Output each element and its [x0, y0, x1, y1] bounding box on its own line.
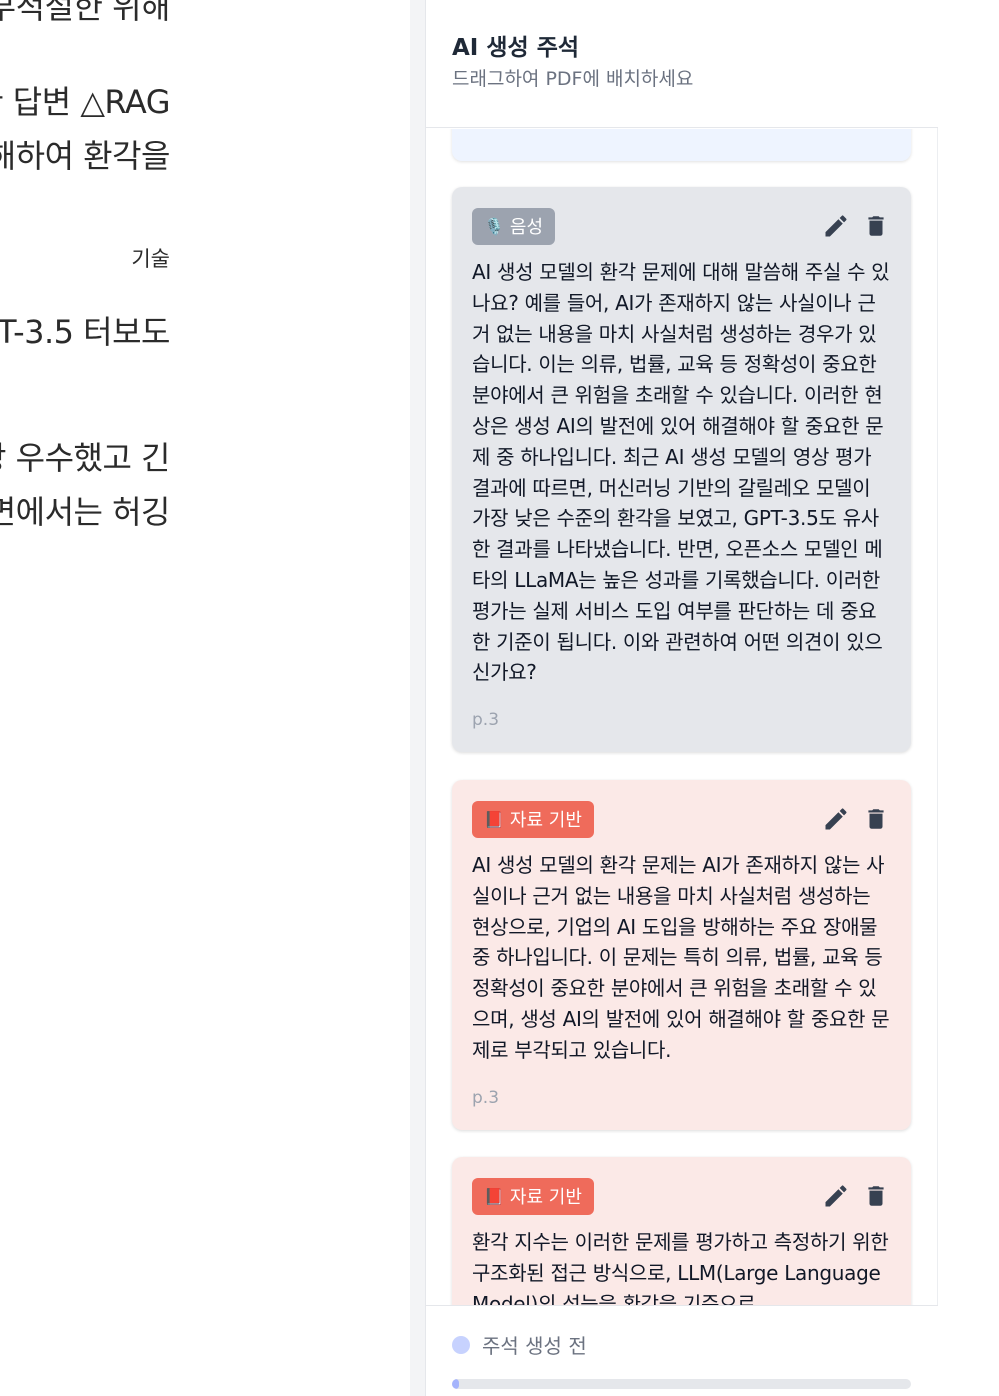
progress-bar — [452, 1379, 911, 1389]
badge-label: 자료 기반 — [509, 810, 582, 831]
badge-label: 음성 — [509, 217, 544, 238]
page-reference: p.3 — [472, 710, 500, 731]
edit-button[interactable] — [821, 804, 851, 834]
annotation-list[interactable]: 🎙️ 음성 AI 생성 모델의 환각 문제에 대해 말씀해 주실 수 있나요? … — [426, 129, 938, 1305]
pencil-icon — [825, 808, 847, 830]
pdf-text-line: 해하여 환각을 — [0, 137, 171, 175]
pencil-icon — [825, 1185, 847, 1207]
annotation-panel: AI 생성 주석 드래그하여 PDF에 배치하세요 🎙️ 음성 AI 생성 모델… — [426, 0, 938, 1396]
page-reference: p.3 — [472, 1087, 500, 1108]
viewer-divider — [410, 0, 426, 1396]
trash-icon — [868, 809, 884, 829]
voice-badge: 🎙️ 음성 — [472, 207, 556, 245]
annotation-card[interactable]: 📕 자료 기반 환각 지수는 이러한 문제를 평가하고 측정하기 위한 구조화된… — [452, 1157, 911, 1305]
progress-fill — [452, 1379, 459, 1389]
annotation-text: AI 생성 모델의 환각 문제에 대해 말씀해 주실 수 있나요? 예를 들어,… — [472, 260, 890, 685]
annotation-text: 환각 지수는 이러한 문제를 평가하고 측정하기 위한 구조화된 접근 방식으로… — [472, 1230, 889, 1305]
pdf-text-line: 가 부적절한 위해 — [0, 0, 170, 26]
source-badge: 📕 자료 기반 — [472, 1177, 594, 1215]
pdf-text-line: 한 답변 △RAG — [0, 83, 170, 121]
panel-header: AI 생성 주석 드래그하여 PDF에 배치하세요 — [426, 0, 938, 128]
delete-button[interactable] — [861, 804, 891, 834]
panel-subtitle: 드래그하여 PDF에 배치하세요 — [452, 68, 694, 90]
trash-icon — [868, 1186, 884, 1206]
trash-icon — [868, 216, 884, 236]
pdf-text-line: 기술 — [131, 247, 170, 271]
pencil-icon — [825, 215, 847, 237]
source-badge: 📕 자료 기반 — [472, 800, 594, 838]
panel-title: AI 생성 주석 — [452, 35, 580, 61]
delete-button[interactable] — [861, 211, 891, 241]
annotation-card[interactable]: 📕 자료 기반 AI 생성 모델의 환각 문제는 AI가 존재하지 않는 사실이… — [452, 780, 911, 1130]
edit-button[interactable] — [821, 211, 851, 241]
pdf-text-line: 장 우수했고 긴 — [0, 439, 170, 477]
status-indicator — [452, 1335, 470, 1354]
microphone-icon: 🎙️ — [484, 216, 504, 236]
book-icon: 📕 — [484, 809, 504, 829]
pdf-text-line: 면에서는 허깅 — [0, 493, 171, 531]
book-icon: 📕 — [484, 1186, 504, 1206]
annotation-card[interactable]: 🎙️ 음성 AI 생성 모델의 환각 문제에 대해 말씀해 주실 수 있나요? … — [452, 187, 911, 753]
annotation-card-partial[interactable] — [452, 129, 911, 161]
delete-button[interactable] — [861, 1181, 891, 1211]
badge-label: 자료 기반 — [509, 1187, 582, 1208]
status-text: 주석 생성 전 — [482, 1334, 587, 1358]
pdf-viewer[interactable]: 가 부적절한 위해 한 답변 △RAG 해하여 환각을 기술 T-3.5 터보도… — [0, 0, 410, 1396]
panel-footer: 주석 생성 전 — [426, 1305, 938, 1396]
annotation-text: AI 생성 모델의 환각 문제는 AI가 존재하지 않는 사실이나 근거 없는 … — [472, 853, 890, 1062]
pdf-text-line: T-3.5 터보도 — [0, 313, 171, 351]
edit-button[interactable] — [821, 1181, 851, 1211]
